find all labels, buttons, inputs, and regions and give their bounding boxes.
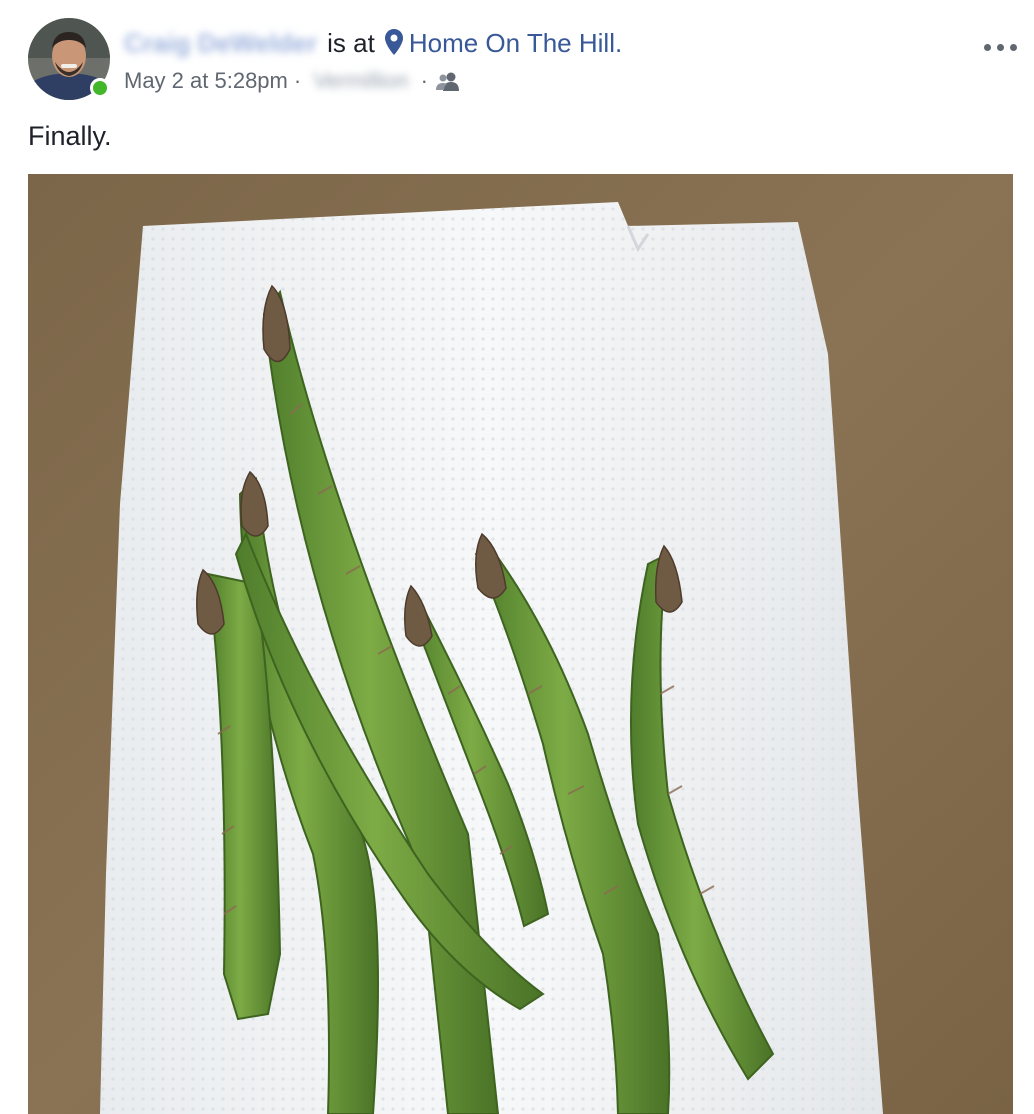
checkin-place-link[interactable]: Home On The Hill bbox=[409, 28, 615, 58]
friends-audience-icon[interactable] bbox=[435, 71, 460, 91]
meta-separator: · bbox=[293, 68, 302, 93]
online-status-indicator bbox=[90, 78, 110, 98]
author-name[interactable]: Craig DeWelder bbox=[124, 26, 317, 60]
post-location[interactable]: Vermillion bbox=[313, 66, 408, 96]
author-avatar[interactable] bbox=[28, 18, 110, 100]
post-text: Finally. bbox=[28, 121, 112, 151]
asparagus-photo bbox=[28, 174, 1013, 1114]
post-headline: Craig DeWelder is at Home On The Hill. bbox=[124, 26, 622, 60]
more-options-icon[interactable] bbox=[984, 40, 1018, 54]
location-pin-icon bbox=[384, 29, 403, 55]
post-photo[interactable] bbox=[28, 174, 1013, 1114]
feed-post: Craig DeWelder is at Home On The Hill. May… bbox=[0, 0, 1034, 1114]
post-timestamp[interactable]: May 2 at 5:28pm bbox=[124, 68, 288, 93]
is-at-label: is at bbox=[327, 28, 375, 58]
post-meta: May 2 at 5:28pm · Vermillion · bbox=[124, 66, 460, 96]
headline-period: . bbox=[614, 28, 623, 58]
meta-separator-2: · bbox=[420, 68, 428, 93]
post-header: Craig DeWelder is at Home On The Hill. May… bbox=[28, 18, 1034, 102]
